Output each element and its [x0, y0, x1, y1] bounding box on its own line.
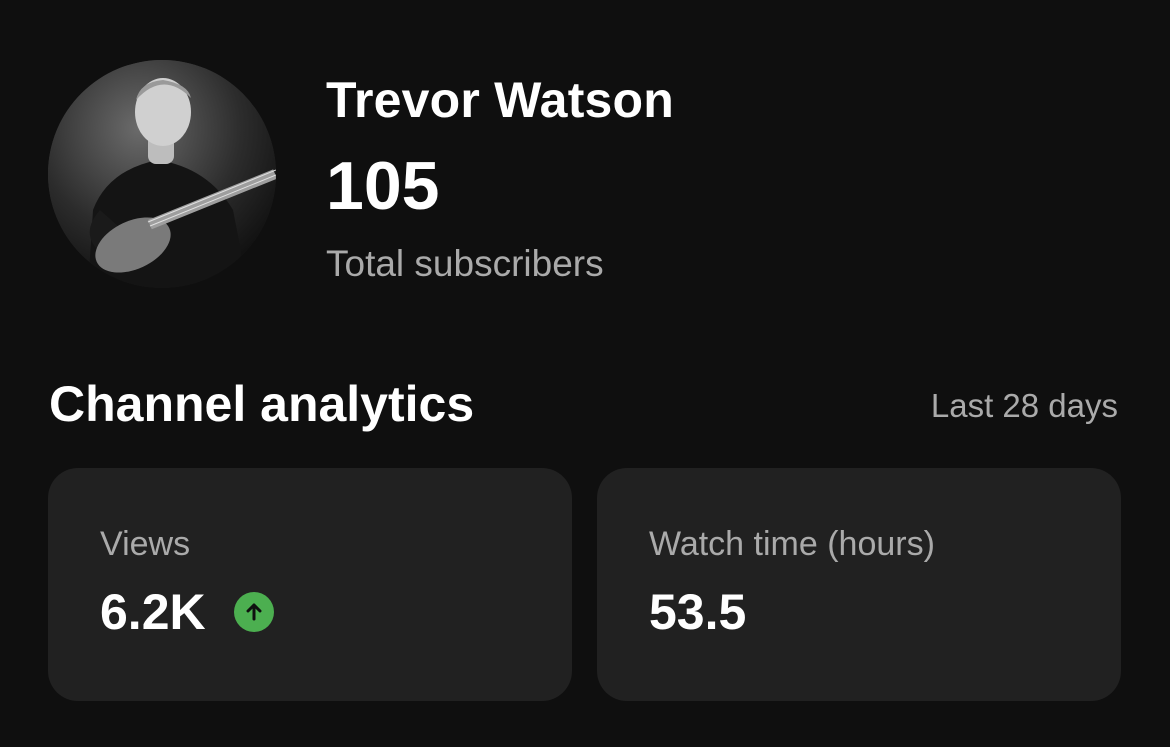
- watch-time-value: 53.5: [649, 584, 747, 640]
- arrow-up-icon: [233, 592, 274, 632]
- views-label: Views: [100, 525, 191, 563]
- subscriber-count: 105: [326, 148, 440, 224]
- watch-time-label: Watch time (hours): [649, 525, 935, 563]
- avatar[interactable]: [48, 60, 276, 288]
- channel-name: Trevor Watson: [326, 72, 675, 128]
- watch-time-card[interactable]: Watch time (hours) 53.5: [597, 468, 1121, 701]
- views-value: 6.2K: [100, 584, 206, 640]
- views-card[interactable]: Views 6.2K: [48, 468, 572, 701]
- period-label: Last 28 days: [930, 387, 1118, 424]
- section-title: Channel analytics: [49, 376, 475, 432]
- profile-photo-icon: [48, 60, 276, 288]
- subscriber-label: Total subscribers: [326, 243, 604, 284]
